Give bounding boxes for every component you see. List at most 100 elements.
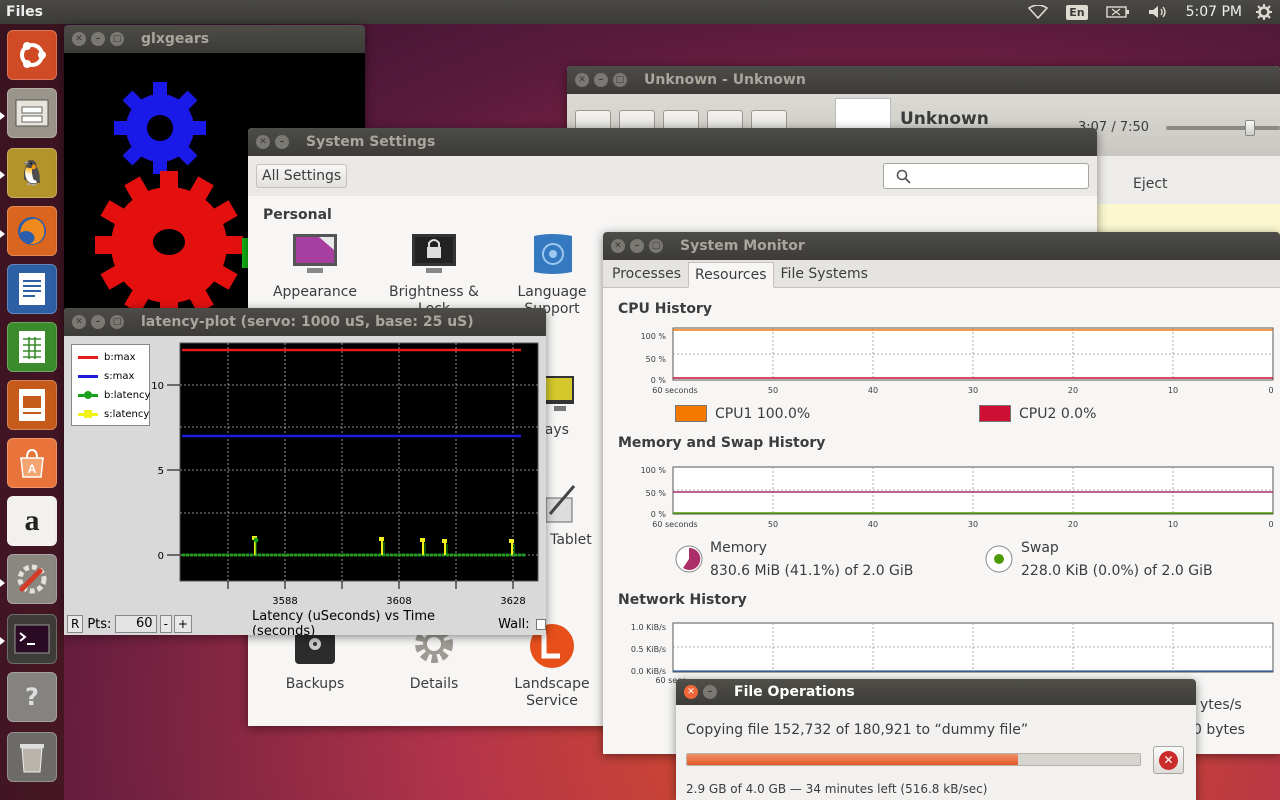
swap-label: Swap <box>1021 540 1059 556</box>
amazon-icon[interactable]: a <box>7 496 57 546</box>
swap-value: 228.0 KiB (0.0%) of 2.0 GiB <box>1021 563 1213 579</box>
setting-brightness-lock[interactable]: Brightness & Lock <box>379 232 489 312</box>
svg-text:A: A <box>28 462 37 476</box>
mem-y-50: 50 % <box>646 489 667 498</box>
net-y-05: 0.5 KiB/s <box>631 645 666 654</box>
network-send-rate: ytes/s <box>1200 697 1242 713</box>
maximize-icon[interactable]: □ <box>110 32 124 46</box>
glxgears-titlebar[interactable]: ✕ – □ glxgears <box>64 25 365 53</box>
mem-x-60: 60 seconds <box>652 520 697 529</box>
close-icon[interactable]: ✕ <box>72 315 86 329</box>
keyboard-layout-indicator[interactable]: En <box>1066 4 1088 20</box>
setting-appearance[interactable]: Appearance <box>260 232 370 301</box>
cpu2-label: CPU2 0.0% <box>1019 405 1097 422</box>
search-input[interactable] <box>883 163 1089 189</box>
mem-x-40: 40 <box>868 520 878 529</box>
pingus-icon[interactable]: 🐧 <box>7 148 57 198</box>
cpu2-color-button[interactable] <box>979 405 1011 422</box>
setting-landscape-service[interactable]: Landscape Service <box>497 624 607 710</box>
terminal-icon[interactable] <box>7 614 57 664</box>
appearance-label: Appearance <box>272 284 358 300</box>
pts-increase-button[interactable]: + <box>173 615 192 633</box>
wifi-icon[interactable] <box>1028 5 1049 19</box>
running-indicator <box>0 112 5 120</box>
minimize-icon[interactable]: – <box>91 32 105 46</box>
file-operations-window[interactable]: ✕ – File Operations Copying file 152,732… <box>676 679 1196 800</box>
minimize-icon[interactable]: – <box>594 73 608 87</box>
files-icon[interactable] <box>7 88 57 138</box>
minimize-icon[interactable]: – <box>91 315 105 329</box>
system-tray: En 5:07 PM <box>1028 0 1280 24</box>
axis-caption: Latency (uSeconds) vs Time (seconds) <box>251 609 436 635</box>
cpu-y-100: 100 % <box>641 332 667 341</box>
unknown-app-icon[interactable]: ? <box>7 672 57 722</box>
language-icon <box>528 232 576 276</box>
libreoffice-writer-icon[interactable] <box>7 264 57 314</box>
maximize-icon[interactable]: □ <box>110 315 124 329</box>
cpu-x-0: 0 <box>1268 386 1273 395</box>
cpu1-color-button[interactable] <box>675 405 707 422</box>
battery-icon[interactable] <box>1105 5 1130 19</box>
y-tick-10: 10 <box>151 381 164 392</box>
maximize-icon[interactable]: □ <box>613 73 627 87</box>
net-y-1: 1.0 KiB/s <box>631 623 666 632</box>
volume-slider[interactable] <box>1166 120 1280 136</box>
running-indicator <box>0 171 5 179</box>
minimize-icon[interactable]: – <box>275 135 289 149</box>
cancel-copy-button[interactable]: ✕ <box>1153 746 1184 774</box>
running-indicator <box>0 579 5 587</box>
eject-button[interactable]: Eject <box>1133 176 1168 192</box>
fileops-titlebar[interactable]: ✕ – File Operations <box>676 679 1196 705</box>
mem-y-100: 100 % <box>641 466 667 475</box>
active-app-name: Files <box>6 4 43 20</box>
mem-x-10: 10 <box>1168 520 1178 529</box>
settings-titlebar[interactable]: ✕ – System Settings <box>248 128 1097 156</box>
latency-titlebar[interactable]: ✕ – □ latency-plot (servo: 1000 uS, base… <box>64 308 546 336</box>
mem-x-20: 20 <box>1068 520 1078 529</box>
search-icon <box>896 169 911 184</box>
slider-knob[interactable] <box>1245 120 1255 136</box>
system-settings-icon[interactable] <box>7 554 57 604</box>
minimize-icon[interactable]: – <box>703 685 717 699</box>
close-icon[interactable]: ✕ <box>72 32 86 46</box>
trash-icon[interactable] <box>7 732 57 782</box>
monitor-graphs: 100 % 50 % 0 % 100 % 50 % 0 % 1.0 KiB/s … <box>631 327 1274 685</box>
swap-pie-icon <box>985 545 1013 573</box>
close-icon[interactable]: ✕ <box>256 135 270 149</box>
pts-decrease-button[interactable]: - <box>159 615 172 633</box>
details-label: Details <box>409 676 459 692</box>
system-monitor-window[interactable]: ✕ – □ System Monitor Processes Resources… <box>603 232 1280 754</box>
ubuntu-dash-icon[interactable] <box>7 30 57 80</box>
mem-x-50: 50 <box>768 520 778 529</box>
setting-language-support[interactable]: Language Support <box>497 232 607 318</box>
pts-input[interactable]: 60 <box>115 615 157 633</box>
mem-y-0: 0 % <box>651 510 667 519</box>
wall-label: Wall: <box>498 616 530 632</box>
x-tick-3628: 3628 <box>500 596 525 607</box>
latency-plot-window[interactable]: ✕ – □ latency-plot (servo: 1000 uS, base… <box>64 308 546 635</box>
close-icon[interactable]: ✕ <box>575 73 589 87</box>
cpu-x-20: 20 <box>1068 386 1078 395</box>
appearance-icon <box>291 232 339 276</box>
window-title: latency-plot (servo: 1000 uS, base: 25 u… <box>141 314 474 330</box>
clock[interactable]: 5:07 PM <box>1186 4 1242 20</box>
media-titlebar[interactable]: ✕ – □ Unknown - Unknown <box>567 66 1280 94</box>
gear-icon[interactable] <box>1256 4 1272 20</box>
firefox-icon[interactable] <box>7 206 57 256</box>
latency-plot-area: b:max s:max b:latency s:latency 10 5 0 3… <box>67 338 543 608</box>
landscape-label: Landscape Service <box>514 676 590 709</box>
net-y-0: 0.0 KiB/s <box>631 667 666 676</box>
top-panel: Files En 5:07 PM <box>0 0 1280 24</box>
libreoffice-impress-icon[interactable] <box>7 380 57 430</box>
memory-label: Memory <box>710 540 767 556</box>
reset-button[interactable]: R <box>67 615 84 633</box>
copy-status-message: Copying file 152,732 of 180,921 to “dumm… <box>686 722 1029 738</box>
all-settings-button[interactable]: All Settings <box>256 164 348 188</box>
software-center-icon[interactable]: A <box>7 438 57 488</box>
volume-icon[interactable] <box>1148 5 1168 19</box>
display-icon <box>544 374 576 414</box>
close-icon[interactable]: ✕ <box>684 685 698 699</box>
legend-cpu2: CPU2 0.0% <box>979 405 1096 422</box>
wall-checkbox[interactable] <box>535 618 546 630</box>
libreoffice-calc-icon[interactable] <box>7 322 57 372</box>
